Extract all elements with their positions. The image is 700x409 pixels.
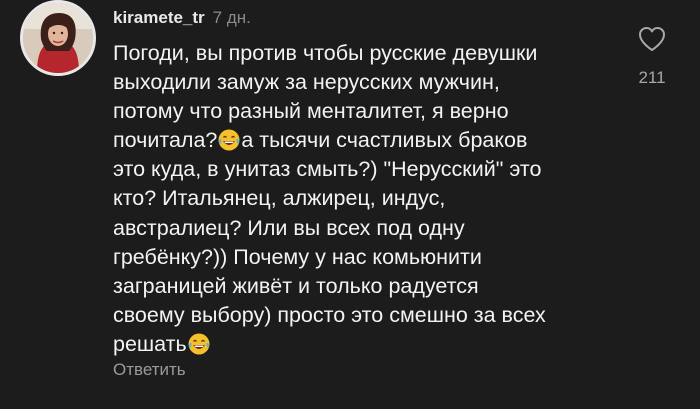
comment-header: kiramete_tr 7 дн. — [113, 6, 251, 29]
timestamp: 7 дн. — [212, 8, 251, 27]
avatar-photo — [23, 3, 93, 73]
reply-button[interactable]: Ответить — [113, 360, 186, 380]
heart-outline-icon[interactable] — [638, 26, 666, 52]
like-count: 211 — [638, 68, 666, 87]
comment-text-part-2: а тысячи счастливых браков это куда, в у… — [113, 128, 546, 356]
face-with-tears-of-joy-icon — [218, 129, 240, 151]
comment-text: Погоди, вы против чтобы русские девушки … — [113, 39, 583, 359]
username[interactable]: kiramete_tr — [113, 8, 205, 27]
face-with-tears-of-joy-icon — [188, 333, 210, 355]
avatar[interactable] — [20, 0, 96, 76]
